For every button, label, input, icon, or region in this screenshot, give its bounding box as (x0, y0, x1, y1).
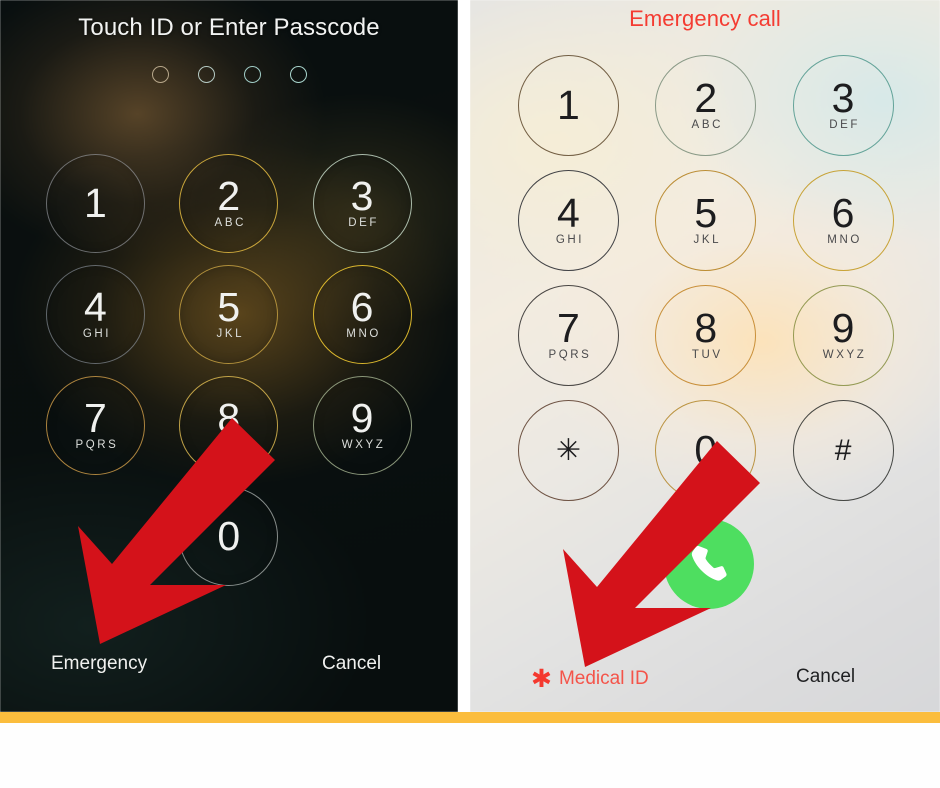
key-digit: 6 (350, 283, 374, 330)
brand-gold-bar (0, 712, 940, 723)
keypad-key-0[interactable]: 0 (179, 487, 279, 586)
key-letters: PQRS (548, 349, 592, 362)
key-digit: 4 (84, 283, 108, 330)
key-letters: PQRS (75, 439, 119, 452)
keypad-key-asterisk[interactable]: ✳ (518, 400, 620, 501)
medical-id-asterisk-icon: ✱ (531, 665, 552, 693)
key-letters: GHI (82, 328, 112, 341)
key-letters: DEF (348, 217, 380, 230)
keypad-key-7[interactable]: 7 PQRS (518, 285, 620, 386)
medical-id-label: Medical ID (558, 667, 649, 689)
keypad-key-9[interactable]: 9 WXYZ (312, 376, 412, 475)
key-letters: JKL (216, 328, 245, 341)
passcode-dot (243, 66, 261, 83)
keypad-key-3[interactable]: 3 DEF (312, 154, 412, 253)
key-letters: DEF (829, 119, 861, 132)
emergency-call-title: Emergency call (629, 6, 781, 31)
key-letters: WXYZ (822, 349, 867, 362)
passcode-prompt-title: Touch ID or Enter Passcode (78, 14, 380, 41)
passcode-dots (0, 66, 458, 83)
keypad-key-6[interactable]: 6 MNO (792, 170, 894, 271)
key-digit: 3 (831, 74, 855, 121)
keypad-key-hash[interactable]: # (792, 400, 894, 501)
key-digit: 1 (557, 81, 581, 128)
key-digit: 5 (694, 189, 718, 236)
key-letters: TUV (214, 439, 246, 452)
key-digit: 8 (217, 394, 241, 441)
keypad-key-4[interactable]: 4 GHI (518, 170, 620, 271)
key-letters: GHI (555, 234, 585, 247)
key-digit: 5 (217, 283, 241, 330)
key-digit: ✳ (555, 433, 582, 467)
passcode-keypad: 1 2 ABC 3 DEF 4 GHI 5 JKL 6 MNO 7 PQRS 8 (29, 148, 429, 592)
keypad-key-8[interactable]: 8 TUV (655, 285, 757, 386)
cancel-button-left[interactable]: Cancel (322, 653, 381, 675)
screenshot-root: Touch ID or Enter Passcode 1 2 ABC 3 DEF… (0, 0, 940, 788)
key-digit: 9 (831, 304, 855, 351)
keypad-key-3[interactable]: 3 DEF (792, 55, 894, 156)
keypad-key-7[interactable]: 7 PQRS (46, 376, 146, 475)
key-digit: 8 (694, 304, 718, 351)
key-digit: 0 (694, 426, 718, 473)
medical-id-button[interactable]: ✱ Medical ID (531, 665, 649, 693)
key-digit: 7 (557, 304, 581, 351)
key-digit: 9 (350, 394, 374, 441)
passcode-dot (151, 66, 169, 83)
keypad-key-6[interactable]: 6 MNO (312, 265, 412, 364)
key-letters: MNO (827, 234, 862, 247)
key-digit: 2 (694, 74, 718, 121)
key-digit: # (834, 433, 852, 467)
key-digit: 4 (557, 189, 581, 236)
passcode-dot (289, 66, 307, 83)
key-letters: WXYZ (341, 439, 386, 452)
keypad-key-8[interactable]: 8 TUV (179, 376, 279, 475)
keypad-key-9[interactable]: 9 WXYZ (792, 285, 894, 386)
key-digit: 3 (350, 172, 374, 219)
keypad-key-2[interactable]: 2 ABC (179, 154, 279, 253)
keypad-key-0[interactable]: 0 (655, 400, 757, 501)
keypad-key-2[interactable]: 2 ABC (655, 55, 757, 156)
keypad-key-4[interactable]: 4 GHI (46, 265, 146, 364)
key-digit: 6 (831, 189, 855, 236)
key-letters: ABC (214, 217, 246, 230)
footer-bar: Baylor Scott & White HEALTH (0, 723, 940, 788)
key-letters: TUV (691, 349, 723, 362)
panel-divider (458, 0, 470, 712)
emergency-button[interactable]: Emergency (51, 653, 147, 675)
keypad-key-1[interactable]: 1 (46, 154, 146, 253)
keypad-key-5[interactable]: 5 JKL (655, 170, 757, 271)
key-digit: 7 (84, 394, 108, 441)
cancel-button-right[interactable]: Cancel (796, 666, 855, 688)
keypad-key-1[interactable]: 1 (518, 55, 620, 156)
emergency-dial-keypad: 1 2 ABC 3 DEF 4 GHI 5 JKL 6 MNO 7 PQRS 8 (500, 48, 912, 508)
passcode-dot (197, 66, 215, 83)
phone-handset-icon (691, 545, 727, 581)
key-letters: MNO (346, 328, 381, 341)
call-button[interactable] (664, 519, 754, 609)
key-digit: 2 (217, 172, 241, 219)
key-digit: 0 (217, 512, 241, 559)
keypad-key-5[interactable]: 5 JKL (179, 265, 279, 364)
key-letters: JKL (693, 234, 722, 247)
key-digit: 1 (84, 179, 108, 226)
key-letters: ABC (691, 119, 723, 132)
